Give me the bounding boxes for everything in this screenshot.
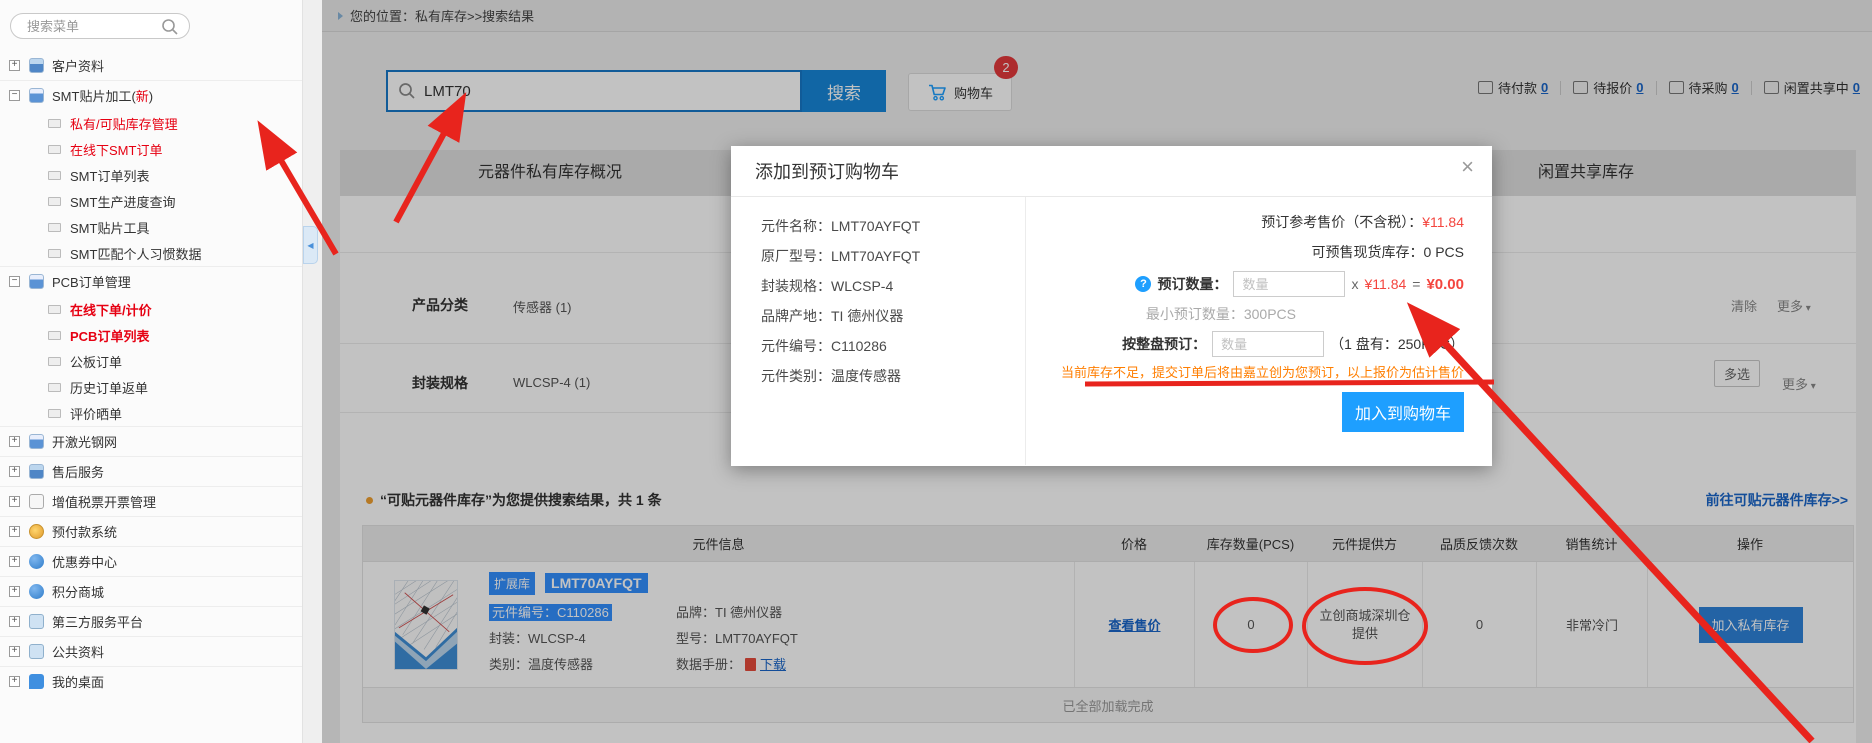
submenu-icon — [48, 119, 61, 128]
reel-qty-label: 按整盘预订： — [1122, 334, 1206, 354]
sidebar: 客户资料 SMT贴片加工(新) 私有/可贴库存管理 在线下SMT订单 SMT订单… — [0, 0, 302, 743]
sidebar-item-label: SMT贴片加工(新) — [52, 86, 153, 105]
help-icon[interactable]: ? — [1135, 276, 1151, 292]
submenu-icon — [48, 409, 61, 418]
close-icon[interactable]: × — [1461, 156, 1474, 178]
sidebar-item-points-mall[interactable]: 积分商城 — [0, 576, 302, 606]
submenu-icon — [48, 197, 61, 206]
chat-icon — [29, 674, 44, 689]
sidebar-item-smt-progress[interactable]: SMT生产进度查询 — [0, 188, 302, 214]
presale-stock-line: 可预售现货库存：0 PCS — [1026, 237, 1464, 267]
modal-title: 添加到预订购物车 — [731, 146, 1492, 197]
expand-plus-icon[interactable] — [9, 526, 20, 537]
add-to-cart-button[interactable]: 加入到购物车 — [1342, 392, 1464, 432]
person-icon — [29, 464, 44, 479]
reel-note: （1 盘有：250PSC） — [1330, 334, 1464, 354]
sidebar-item-smt-order-online[interactable]: 在线下SMT订单 — [0, 136, 302, 162]
calendar-icon — [29, 88, 44, 103]
sidebar-item-third-party-platform[interactable]: 第三方服务平台 — [0, 606, 302, 636]
preorder-qty-input[interactable] — [1233, 271, 1345, 297]
min-qty-note: 最小预订数量：300PCS — [1026, 301, 1464, 327]
ref-price-label: 预订参考售价（不含税）： — [1261, 214, 1422, 230]
sidebar-item-my-desktop[interactable]: 我的桌面 — [0, 666, 302, 696]
submenu-icon — [48, 383, 61, 392]
sidebar-item-vat-invoice[interactable]: 增值税票开票管理 — [0, 486, 302, 516]
expand-plus-icon[interactable] — [9, 646, 20, 657]
factory-model-field: 原厂型号：LMT70AYFQT — [761, 241, 1025, 271]
sidebar-item-public-board-order[interactable]: 公板订单 — [0, 348, 302, 374]
part-number-field: 元件编号：C110286 — [761, 331, 1025, 361]
unit-price: ¥11.84 — [1364, 276, 1406, 292]
submenu-icon — [48, 171, 61, 180]
submenu-icon — [48, 357, 61, 366]
expand-plus-icon[interactable] — [9, 60, 20, 71]
collapse-minus-icon[interactable] — [9, 276, 20, 287]
sidebar-scroll-strip[interactable] — [302, 0, 322, 743]
user-icon — [29, 58, 44, 73]
menu-search-input[interactable] — [27, 19, 159, 34]
sidebar-item-review-share[interactable]: 评价晒单 — [0, 400, 302, 426]
expand-plus-icon[interactable] — [9, 586, 20, 597]
add-to-preorder-cart-modal: 添加到预订购物车 × 元件名称：LMT70AYFQT 原厂型号：LMT70AYF… — [731, 146, 1492, 466]
calendar-icon — [29, 274, 44, 289]
submenu-icon — [48, 305, 61, 314]
reel-qty-input[interactable] — [1212, 331, 1324, 357]
sidebar-item-pcb-order-mgmt[interactable]: PCB订单管理 — [0, 266, 302, 296]
balloon-icon — [29, 554, 44, 569]
sidebar-item-smt-tools[interactable]: SMT贴片工具 — [0, 214, 302, 240]
equals-sign: = — [1412, 276, 1420, 292]
sidebar-item-after-sales[interactable]: 售后服务 — [0, 456, 302, 486]
part-category-field: 元件类别：温度传感器 — [761, 361, 1025, 391]
sidebar-item-label: 客户资料 — [52, 56, 104, 75]
qty-label: 预订数量： — [1157, 274, 1227, 294]
sidebar-collapse-handle[interactable]: ◀ — [303, 226, 318, 264]
submenu-icon — [48, 331, 61, 340]
collapse-minus-icon[interactable] — [9, 90, 20, 101]
sidebar-item-public-resources[interactable]: 公共资料 — [0, 636, 302, 666]
submenu-icon — [48, 223, 61, 232]
part-detail-fields: 元件名称：LMT70AYFQT 原厂型号：LMT70AYFQT 封装规格：WLC… — [731, 197, 1026, 465]
sidebar-item-label: PCB订单管理 — [52, 272, 131, 291]
multiply-sign: x — [1351, 276, 1358, 292]
package-field: 封装规格：WLCSP-4 — [761, 271, 1025, 301]
order-form: 预订参考售价（不含税）：¥11.84 可预售现货库存：0 PCS ? 预订数量：… — [1026, 197, 1492, 465]
brand-origin-field: 品牌产地：TI 德州仪器 — [761, 301, 1025, 331]
expand-plus-icon[interactable] — [9, 496, 20, 507]
sidebar-item-prepayment[interactable]: 预付款系统 — [0, 516, 302, 546]
search-icon — [161, 18, 179, 36]
invoice-icon — [29, 494, 44, 509]
sidebar-item-coupon-center[interactable]: 优惠券中心 — [0, 546, 302, 576]
submenu-icon — [48, 249, 61, 258]
screen-icon — [29, 614, 44, 629]
balloon-icon — [29, 584, 44, 599]
expand-plus-icon[interactable] — [9, 466, 20, 477]
stock-warning-text: 当前库存不足，提交订单后将由嘉立创为您预订，以上报价为估计售价 — [1026, 361, 1464, 385]
calendar-icon — [29, 434, 44, 449]
sidebar-item-smt-processing[interactable]: SMT贴片加工(新) — [0, 80, 302, 110]
expand-plus-icon[interactable] — [9, 676, 20, 687]
screen-icon — [29, 644, 44, 659]
total-price: ¥0.00 — [1426, 276, 1464, 293]
coins-icon — [29, 524, 44, 539]
expand-plus-icon[interactable] — [9, 556, 20, 567]
sidebar-item-smt-order-list[interactable]: SMT订单列表 — [0, 162, 302, 188]
sidebar-item-smt-habit-data[interactable]: SMT匹配个人习惯数据 — [0, 240, 302, 266]
part-name-field: 元件名称：LMT70AYFQT — [761, 211, 1025, 241]
sidebar-item-history-reorder[interactable]: 历史订单返单 — [0, 374, 302, 400]
sidebar-menu: 客户资料 SMT贴片加工(新) 私有/可贴库存管理 在线下SMT订单 SMT订单… — [0, 50, 302, 696]
submenu-icon — [48, 145, 61, 154]
sidebar-item-pcb-order-list[interactable]: PCB订单列表 — [0, 322, 302, 348]
sidebar-item-customer-info[interactable]: 客户资料 — [0, 50, 302, 80]
expand-plus-icon[interactable] — [9, 616, 20, 627]
sidebar-item-pcb-order-online[interactable]: 在线下单/计价 — [0, 296, 302, 322]
ref-price-value: ¥11.84 — [1422, 214, 1464, 230]
sidebar-item-private-stock-mgmt[interactable]: 私有/可贴库存管理 — [0, 110, 302, 136]
expand-plus-icon[interactable] — [9, 436, 20, 447]
menu-search-box[interactable] — [10, 13, 190, 39]
sidebar-item-laser-stencil[interactable]: 开激光钢网 — [0, 426, 302, 456]
